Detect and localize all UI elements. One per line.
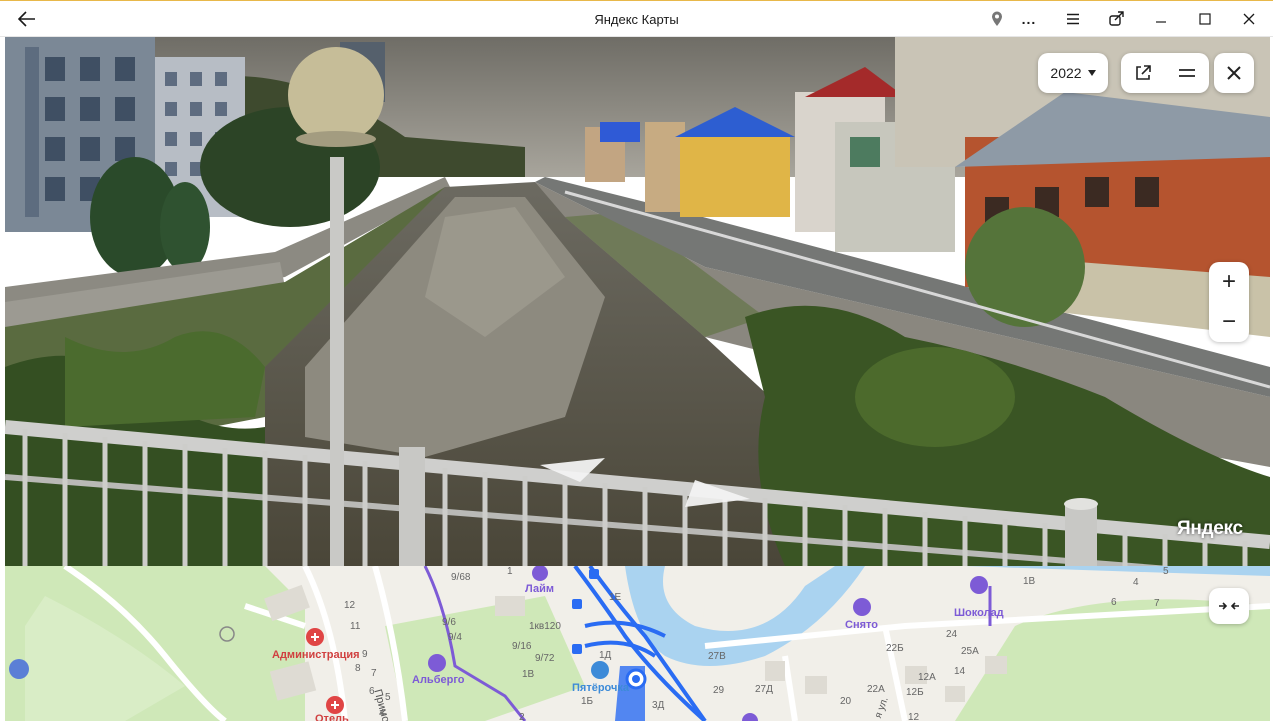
house-number: 9/68 bbox=[451, 572, 471, 583]
house-number: 24 bbox=[946, 629, 958, 640]
house-number: 14 bbox=[954, 666, 966, 677]
house-number: 8 bbox=[355, 663, 361, 674]
house-number: 2 bbox=[519, 712, 525, 721]
layers-button[interactable] bbox=[1165, 53, 1209, 93]
house-number: 1 bbox=[507, 566, 513, 577]
more-icon: ... bbox=[1021, 11, 1037, 27]
house-number: 29 bbox=[713, 685, 725, 696]
location-button[interactable] bbox=[987, 5, 1007, 33]
house-number: 11 bbox=[350, 621, 361, 632]
house-number: 9/4 bbox=[448, 632, 462, 643]
close-icon bbox=[1243, 13, 1255, 25]
house-number: 7 bbox=[371, 668, 377, 679]
mini-map[interactable]: Лайм Администрация Альберго Пятёрочка Сн… bbox=[5, 566, 1270, 721]
zoom-out-button[interactable]: − bbox=[1209, 302, 1249, 342]
poi-label[interactable]: Альберго bbox=[412, 674, 464, 686]
house-number: 6 bbox=[1111, 597, 1117, 608]
house-number: 22Б bbox=[886, 643, 904, 654]
house-number: 9/72 bbox=[535, 653, 555, 664]
house-number: 1Б bbox=[581, 696, 594, 707]
house-number: 1кв120 bbox=[529, 621, 561, 632]
house-number: 9/6 bbox=[442, 617, 456, 628]
poi-label[interactable]: Лайм bbox=[525, 583, 554, 595]
external-link-icon bbox=[1136, 65, 1151, 80]
house-number: 27Д bbox=[755, 684, 773, 695]
poi-label[interactable]: Отель bbox=[315, 713, 349, 721]
minimize-icon bbox=[1156, 21, 1166, 23]
panorama-image bbox=[5, 37, 1270, 566]
house-number: 9 bbox=[362, 649, 368, 660]
zoom-controls: + − bbox=[1209, 262, 1249, 342]
house-number: 20 bbox=[840, 696, 852, 707]
panorama-actions bbox=[1121, 53, 1209, 93]
poi-label[interactable]: Пятёрочка bbox=[572, 682, 629, 694]
equals-icon bbox=[1179, 69, 1195, 77]
year-label: 2022 bbox=[1050, 65, 1082, 81]
house-number: 27В bbox=[708, 651, 726, 662]
house-number: 4 bbox=[1133, 577, 1139, 588]
window-close-button[interactable] bbox=[1238, 5, 1260, 33]
more-button[interactable]: ... bbox=[1018, 5, 1040, 33]
year-select[interactable]: 2022 bbox=[1038, 53, 1108, 93]
house-number: 9/16 bbox=[512, 641, 532, 652]
poi-label[interactable]: Администрация bbox=[272, 649, 360, 661]
house-number: 1В bbox=[522, 669, 535, 680]
house-number: 12Б bbox=[906, 687, 924, 698]
house-number: 12 bbox=[344, 600, 356, 611]
window-titlebar: Яндекс Карты ... bbox=[0, 0, 1273, 37]
panorama-close-button[interactable] bbox=[1214, 53, 1254, 93]
poi-label[interactable]: Шоколад bbox=[954, 607, 1004, 619]
maximize-icon bbox=[1199, 13, 1211, 25]
street-panorama[interactable]: 2022 + − Яндекс bbox=[5, 37, 1270, 566]
menu-button[interactable] bbox=[1062, 5, 1084, 33]
house-number: 1Д bbox=[599, 650, 612, 661]
house-number: 6 bbox=[369, 686, 375, 697]
house-number: 4 bbox=[379, 708, 385, 719]
close-icon bbox=[1227, 66, 1241, 80]
minimize-button[interactable] bbox=[1150, 5, 1172, 33]
pin-icon bbox=[992, 11, 1002, 26]
menu-icon bbox=[1067, 13, 1079, 25]
house-number: 12А bbox=[918, 672, 936, 683]
collapse-arrows-icon bbox=[1219, 602, 1239, 610]
zoom-in-button[interactable]: + bbox=[1209, 262, 1249, 302]
house-number: 12 bbox=[908, 712, 920, 721]
house-number: 5 bbox=[385, 692, 391, 703]
house-number: 5 bbox=[1163, 566, 1169, 577]
house-number: 3Д bbox=[652, 700, 665, 711]
tab-button[interactable] bbox=[1105, 5, 1129, 33]
share-button[interactable] bbox=[1121, 53, 1165, 93]
house-number: 25А bbox=[961, 646, 979, 657]
house-number: 7 bbox=[1154, 598, 1160, 609]
map-canvas bbox=[5, 566, 1270, 721]
house-number: 22А bbox=[867, 684, 885, 695]
poi-label[interactable]: Снято bbox=[845, 619, 878, 631]
house-number: 1В bbox=[1023, 576, 1036, 587]
yandex-watermark: Яндекс bbox=[1177, 518, 1243, 539]
tab-icon bbox=[1109, 11, 1124, 26]
house-number: 1Е bbox=[609, 592, 622, 603]
chevron-down-icon bbox=[1087, 70, 1096, 76]
map-collapse-button[interactable] bbox=[1209, 588, 1249, 624]
maximize-button[interactable] bbox=[1194, 5, 1216, 33]
